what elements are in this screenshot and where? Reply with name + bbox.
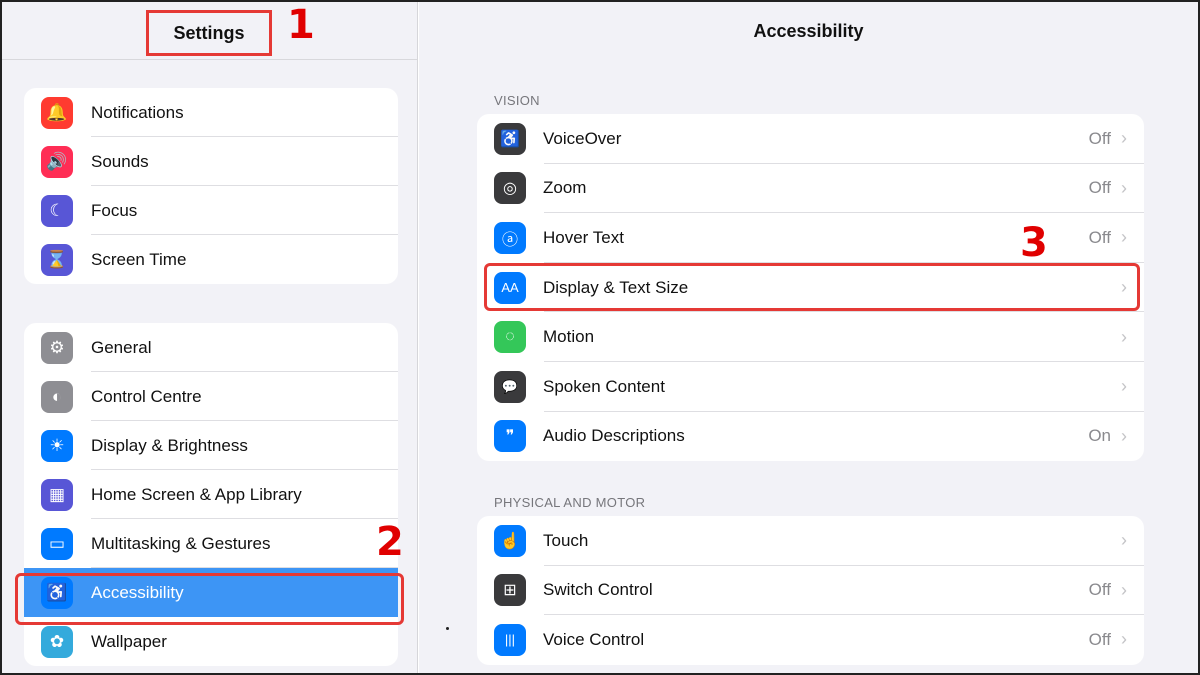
setting-label: Hover Text — [543, 227, 624, 247]
setting-row-display-text-size[interactable]: AA Display & Text Size › — [477, 263, 1144, 313]
sidebar-item-label: Notifications — [91, 102, 184, 122]
annotation-number-2: 2 — [376, 519, 404, 565]
hourglass-icon: ⌛ — [41, 243, 73, 276]
sidebar-item-label: General — [91, 337, 152, 357]
sidebar-item-label: Accessibility — [91, 582, 184, 602]
sidebar-item-control-centre[interactable]: ◐ Control Centre — [24, 372, 398, 421]
setting-value: Off — [1088, 227, 1111, 247]
setting-row-audio-descriptions[interactable]: ❞ Audio Descriptions On › — [477, 412, 1144, 462]
sidebar-item-focus[interactable]: ☾ Focus — [24, 186, 398, 235]
accessibility-icon: ♿ — [41, 576, 73, 609]
grid-icon: ▦ — [41, 478, 73, 511]
annotation-number-3: 3 — [1020, 220, 1048, 266]
sidebar-group-1: 🔔 Notifications 🔊 Sounds ☾ Focus ⌛ Screen Time — [24, 88, 398, 284]
moon-icon: ☾ — [41, 194, 73, 227]
chevron-right-icon: › — [1121, 425, 1127, 446]
chevron-right-icon: › — [1121, 579, 1127, 600]
hover-text-icon: ⓐ — [494, 221, 526, 254]
chevron-right-icon: › — [1121, 128, 1127, 149]
audio-descriptions-icon: ❞ — [494, 420, 526, 453]
setting-value: Off — [1088, 178, 1111, 198]
chevron-right-icon: › — [1121, 277, 1127, 298]
sidebar-item-label: Screen Time — [91, 249, 187, 269]
sidebar-item-accessibility[interactable]: ♿ Accessibility — [24, 568, 398, 617]
physical-motor-group: ☝ Touch › ⊞ Switch Control Off › ||| Voice Contr… — [477, 516, 1144, 665]
setting-row-zoom[interactable]: ◎ Zoom Off › — [477, 164, 1144, 214]
vision-group: ♿ VoiceOver Off › ◎ Zoom Off › ⓐ Hover Text Off › AA… — [477, 114, 1144, 462]
setting-value: Off — [1088, 128, 1111, 148]
setting-label: VoiceOver — [543, 128, 622, 148]
setting-label: Motion — [543, 327, 595, 347]
settings-sidebar: Settings 🔔 Notifications 🔊 Sounds ☾ Focus ⌛ Scr… — [2, 2, 418, 673]
sidebar-item-screen-time[interactable]: ⌛ Screen Time — [24, 235, 398, 284]
hand-touch-icon: ☝ — [494, 524, 526, 557]
chevron-right-icon: › — [1121, 530, 1127, 551]
chevron-right-icon: › — [1121, 629, 1127, 650]
speaker-icon: 🔊 — [41, 145, 73, 178]
setting-label: Display & Text Size — [543, 277, 689, 297]
chevron-right-icon: › — [1121, 376, 1127, 397]
section-header-physical-motor: PHYSICAL AND MOTOR — [494, 495, 646, 510]
spoken-content-icon: 💬 — [494, 370, 526, 403]
sidebar-header: Settings — [2, 2, 417, 60]
setting-label: Spoken Content — [543, 376, 665, 396]
flower-icon: ✿ — [41, 625, 73, 658]
sidebar-item-label: Display & Brightness — [91, 435, 248, 455]
section-header-vision: VISION — [494, 93, 540, 108]
sidebar-item-label: Wallpaper — [91, 631, 167, 651]
chevron-right-icon: › — [1121, 227, 1127, 248]
sidebar-item-notifications[interactable]: 🔔 Notifications — [24, 88, 398, 137]
bell-icon: 🔔 — [41, 96, 73, 129]
multitasking-icon: ▭ — [41, 527, 73, 560]
switch-control-icon: ⊞ — [494, 574, 526, 607]
setting-label: Audio Descriptions — [543, 426, 685, 446]
setting-row-switch-control[interactable]: ⊞ Switch Control Off › — [477, 566, 1144, 616]
setting-row-spoken-content[interactable]: 💬 Spoken Content › — [477, 362, 1144, 412]
stray-dot — [446, 627, 449, 630]
sidebar-item-wallpaper[interactable]: ✿ Wallpaper — [24, 617, 398, 666]
voice-control-icon: ||| — [494, 623, 526, 656]
voiceover-icon: ♿ — [494, 122, 526, 155]
motion-icon: ◌ — [494, 321, 526, 354]
sidebar-item-sounds[interactable]: 🔊 Sounds — [24, 137, 398, 186]
sidebar-item-label: Control Centre — [91, 386, 202, 406]
sidebar-item-home-screen-app-library[interactable]: ▦ Home Screen & App Library — [24, 470, 398, 519]
text-size-icon: AA — [494, 271, 526, 304]
setting-row-touch[interactable]: ☝ Touch › — [477, 516, 1144, 566]
setting-label: Switch Control — [543, 580, 653, 600]
sidebar-item-display-brightness[interactable]: ☀ Display & Brightness — [24, 421, 398, 470]
sidebar-item-general[interactable]: ⚙ General — [24, 323, 398, 372]
sidebar-group-2: ⚙ General ◐ Control Centre ☀ Display & Bright… — [24, 323, 398, 666]
sun-icon: ☀ — [41, 429, 73, 462]
sidebar-item-label: Home Screen & App Library — [91, 484, 302, 504]
gear-icon: ⚙ — [41, 331, 73, 364]
sidebar-title: Settings — [146, 10, 272, 56]
chevron-right-icon: › — [1121, 326, 1127, 347]
setting-value: Off — [1088, 629, 1111, 649]
page-title: Accessibility — [753, 21, 864, 41]
sidebar-item-label: Multitasking & Gestures — [91, 533, 271, 553]
accessibility-pane: Accessibility VISION ♿ VoiceOver Off › ◎ Zoom… — [419, 2, 1198, 673]
setting-row-voice-control[interactable]: ||| Voice Control Off › — [477, 615, 1144, 665]
setting-value: Off — [1088, 580, 1111, 600]
chevron-right-icon: › — [1121, 177, 1127, 198]
setting-row-voiceover[interactable]: ♿ VoiceOver Off › — [477, 114, 1144, 164]
sidebar-item-label: Focus — [91, 200, 138, 220]
annotation-number-1: 1 — [287, 2, 315, 48]
setting-label: Touch — [543, 530, 589, 550]
sidebar-item-multitasking-gestures[interactable]: ▭ Multitasking & Gestures — [24, 519, 398, 568]
sidebar-item-label: Sounds — [91, 151, 149, 171]
zoom-icon: ◎ — [494, 172, 526, 205]
setting-label: Zoom — [543, 178, 587, 198]
setting-value: On — [1088, 426, 1111, 446]
toggles-icon: ◐ — [41, 380, 73, 413]
setting-row-motion[interactable]: ◌ Motion › — [477, 312, 1144, 362]
setting-label: Voice Control — [543, 629, 645, 649]
